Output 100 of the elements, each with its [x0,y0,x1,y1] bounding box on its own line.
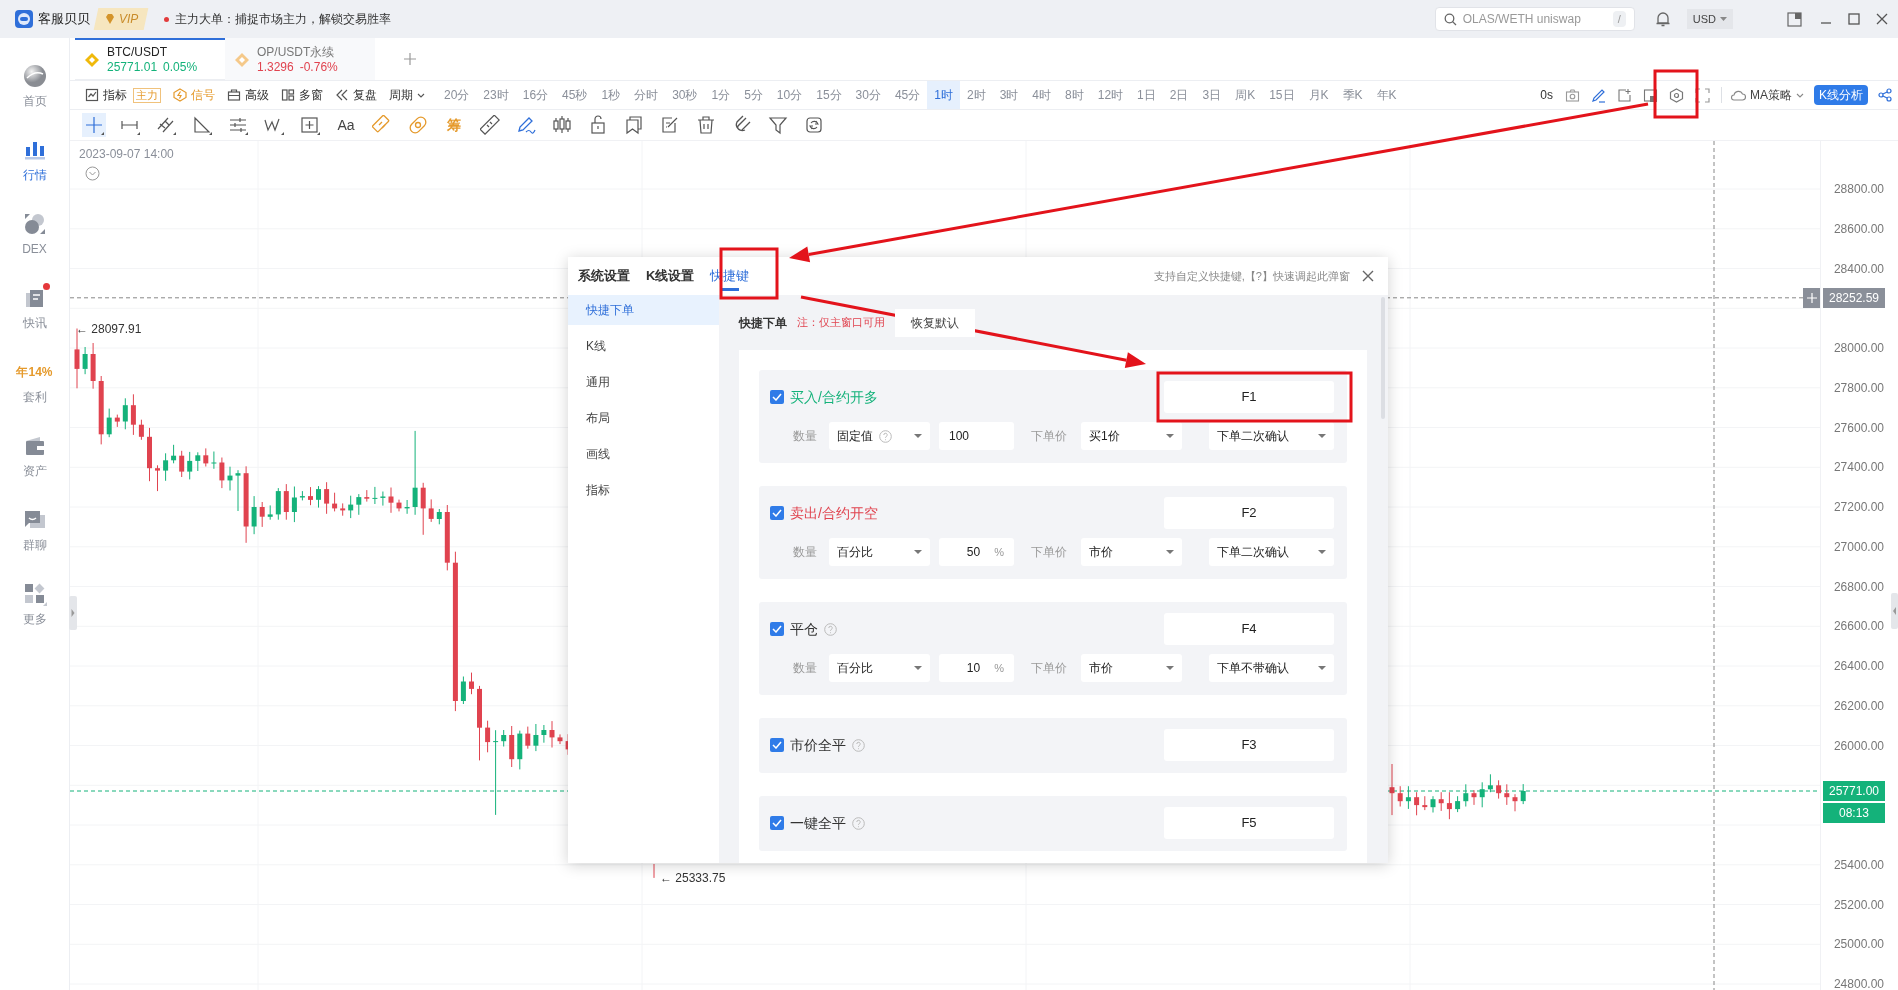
interval-tab[interactable]: 20分 [437,81,477,109]
drawing-tool-button[interactable]: 筹 [442,113,466,137]
interval-tab[interactable]: 年K [1369,81,1404,109]
price-type-select[interactable]: 市价 [1081,538,1182,566]
interval-tab[interactable]: 1分 [704,81,738,109]
checkbox[interactable] [770,622,784,636]
quantity-field[interactable]: 100 [939,422,1014,450]
confirm-select[interactable]: 下单不带确认 [1209,654,1334,682]
interval-tab[interactable]: 1日 [1130,81,1163,109]
confirm-select[interactable]: 下单二次确认 [1209,422,1334,450]
price-type-select[interactable]: 买1价 [1081,422,1182,450]
dialog-tab[interactable]: K线设置 [646,257,695,295]
checkbox[interactable] [770,738,784,752]
interval-tab[interactable]: 2时 [960,81,993,109]
interval-tab[interactable]: 1秒 [594,81,628,109]
interval-tab[interactable]: 季K [1335,81,1370,109]
drawing-tool-button[interactable]: Aa [334,113,358,137]
hotkey-field[interactable]: F4 [1164,613,1334,645]
side-panel-handle-icon[interactable] [69,596,77,630]
interval-tab[interactable]: 分时 [627,81,666,109]
toolbar-button[interactable]: 复盘 [335,86,377,104]
hotkey-field[interactable]: F1 [1164,381,1334,413]
interval-tab[interactable]: 5分 [737,81,770,109]
sidebar-item[interactable]: DEX [22,240,47,258]
quantity-field[interactable]: 50 % [939,538,1014,566]
analysis-button[interactable]: K线分析 [1814,85,1868,105]
add-window-icon[interactable] [1617,87,1632,103]
bell-icon[interactable] [1654,11,1671,27]
notice-text[interactable]: 主力大单：捕捉市场主力，解锁交易胜率 [175,10,392,28]
price-type-select[interactable]: 市价 [1081,654,1182,682]
checkbox[interactable] [770,816,784,830]
settings-nav-item[interactable]: K线 [568,331,719,361]
sidebar-item[interactable]: 行情 [22,166,47,184]
hotkey-field[interactable]: F2 [1164,497,1334,529]
candle [428,498,434,523]
reset-button[interactable]: 恢复默认 [895,308,975,337]
settings-nav-item[interactable]: 快捷下单 [568,295,719,325]
tag-icon [372,115,392,135]
toolbar-button[interactable]: 信号 [173,86,215,104]
confirm-select[interactable]: 下单二次确认 [1209,538,1334,566]
close-icon[interactable] [1876,13,1888,25]
interval-tab[interactable]: 月K [1301,81,1336,109]
strategy-dropdown[interactable]: MA策略 [1730,86,1804,104]
quantity-mode-select[interactable]: 百分比 [829,538,930,566]
interval-tab[interactable]: 30秒 [665,81,705,109]
hotkey-field[interactable]: F5 [1164,807,1334,839]
interval-tab[interactable]: 10分 [769,81,810,109]
sidebar-item[interactable]: 群聊 [22,536,47,554]
close-icon[interactable] [1362,270,1374,282]
interval-tab[interactable]: 23时 [476,81,516,109]
drawing-tool-button[interactable] [478,113,502,137]
interval-tab[interactable]: 15日 [1262,81,1302,109]
interval-tab[interactable]: 周K [1228,81,1263,109]
add-alert-button[interactable] [1803,287,1821,308]
sidebar-item[interactable]: 首页 [22,92,47,110]
search-field[interactable]: OLAS/WETH uniswap / [1434,7,1635,31]
settings-nav-item[interactable]: 画线 [568,439,719,469]
fullscreen-icon[interactable] [1695,87,1710,103]
settings-nav-item[interactable]: 通用 [568,367,719,397]
pin-window-icon[interactable] [1787,11,1802,27]
interval-tab[interactable]: 3日 [1195,81,1229,109]
side-panel-handle-icon[interactable] [1891,593,1898,629]
interval-tab[interactable]: 4时 [1025,81,1059,109]
camera-icon[interactable] [1565,87,1580,103]
settings-icon[interactable] [1669,87,1684,103]
interval-tab[interactable]: 16分 [515,81,556,109]
toolbar-button[interactable]: 周期 [389,86,425,104]
symbol-tab[interactable]: BTC/USDT 25771.01 0.05% [75,38,225,80]
quantity-mode-select[interactable]: 固定值 [829,422,930,450]
interval-tab[interactable]: 1时 [927,81,960,109]
interval-tab[interactable]: 30分 [848,81,888,109]
sidebar-item[interactable]: 资产 [22,462,47,480]
sidebar-item[interactable]: 套利 [22,388,47,406]
toolbar-button[interactable]: 高级 [227,86,269,104]
interval-tab[interactable]: 45分 [887,81,928,109]
interval-tab[interactable]: 3时 [992,81,1026,109]
interval-tab[interactable]: 8时 [1058,81,1091,109]
pencil-icon[interactable] [1591,87,1606,103]
interval-tab[interactable]: 45秒 [555,81,595,109]
symbol-tab[interactable]: OP/USDT永续 1.3296 -0.76% [225,38,375,80]
quantity-mode-select[interactable]: 百分比 [829,654,930,682]
maximize-icon[interactable] [1848,13,1860,25]
interval-tab[interactable]: 12时 [1090,81,1131,109]
interval-tab[interactable]: 2日 [1162,81,1196,109]
checkbox[interactable] [770,390,784,404]
share-icon[interactable] [1878,88,1892,102]
collapse-icon[interactable] [85,166,100,181]
interval-tab[interactable]: 15分 [809,81,849,109]
checkbox[interactable] [770,506,784,520]
settings-nav-item[interactable]: 指标 [568,475,719,505]
currency-dropdown[interactable]: USD [1686,9,1733,29]
toolbar-button[interactable]: 多窗 [281,86,323,104]
hotkey-field[interactable]: F3 [1164,729,1334,761]
settings-nav-item[interactable]: 布局 [568,403,719,433]
sidebar-item[interactable]: 更多 [22,610,47,628]
toolbar-button[interactable]: 指标 主力 [85,86,161,104]
sidebar-item[interactable]: 快讯 [22,314,47,332]
vip-badge[interactable]: VIP [93,8,149,30]
dialog-tab[interactable]: 系统设置 [578,257,630,295]
quantity-field[interactable]: 10 % [939,654,1014,682]
